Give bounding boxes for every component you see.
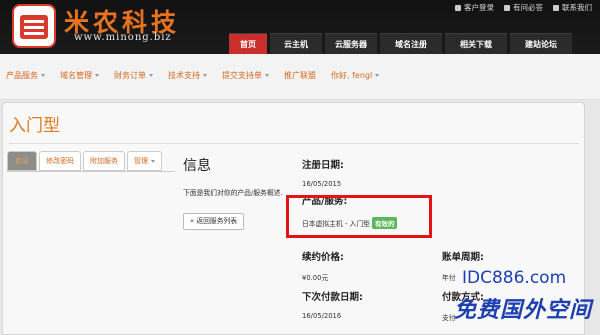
subnav-products[interactable]: 产品服务 bbox=[6, 70, 45, 81]
tab-manage-label: 管理 bbox=[134, 157, 148, 165]
client-login-label: 客户登录 bbox=[464, 3, 494, 12]
reg-date-value: 16/05/2015 bbox=[302, 180, 342, 188]
subnav-billing[interactable]: 财务订单 bbox=[114, 70, 153, 81]
subnav-support[interactable]: 技术支持 bbox=[168, 70, 207, 81]
renewal-price-value: ¥0.00元 bbox=[302, 274, 329, 282]
page-title: 入门型 bbox=[9, 116, 60, 136]
subnav-support-label: 技术支持 bbox=[168, 71, 200, 80]
watermark-text: 免费国外空间 bbox=[454, 297, 593, 323]
subnav-submit-ticket-label: 提交支持单 bbox=[222, 71, 262, 80]
tab-addons[interactable]: 附加服务 bbox=[83, 151, 125, 171]
nav-cloud-host[interactable]: 云主机 bbox=[270, 33, 322, 54]
nav-domain-register[interactable]: 域名注册 bbox=[380, 33, 442, 54]
watermark-url: IDC886.com bbox=[462, 268, 567, 288]
billing-cycle-label: 账单周期: bbox=[442, 252, 484, 263]
tab-change-password[interactable]: 修改密码 bbox=[39, 151, 81, 171]
tab-info[interactable]: 信息 bbox=[7, 151, 37, 171]
back-to-services-button[interactable]: « 返回服务列表 bbox=[183, 213, 245, 230]
divider bbox=[9, 143, 579, 144]
tab-manage[interactable]: 管理 bbox=[127, 151, 162, 171]
brand-domain: www.minong.biz bbox=[74, 32, 172, 43]
billing-cycle-value: 年付 bbox=[442, 274, 456, 282]
subnav-user-menu[interactable]: 你好, fengl bbox=[331, 70, 380, 81]
subnav-domains[interactable]: 域名管理 bbox=[60, 70, 99, 81]
chevron-down-icon bbox=[265, 74, 269, 77]
nav-downloads[interactable]: 相关下载 bbox=[445, 33, 507, 54]
main-nav: 首页 云主机 云服务器 域名注册 相关下载 建站论坛 bbox=[229, 33, 572, 54]
faq-link[interactable]: 有问必答 bbox=[504, 2, 543, 13]
renewal-price-label: 续约价格: bbox=[302, 252, 344, 263]
chevron-down-icon bbox=[149, 74, 153, 77]
highlight-box bbox=[286, 195, 432, 238]
service-tabs: 信息 修改密码 附加服务 管理 bbox=[7, 151, 162, 171]
site-header: 米农科技 www.minong.biz 客户登录 有问必答 联系我们 首页 云主… bbox=[0, 0, 600, 54]
subnav-affiliates-label: 推广联盟 bbox=[284, 71, 316, 80]
nav-cloud-server[interactable]: 云服务器 bbox=[325, 33, 377, 54]
logo-icon[interactable] bbox=[12, 4, 56, 48]
chevron-down-icon bbox=[151, 159, 155, 163]
nav-forum[interactable]: 建站论坛 bbox=[510, 33, 572, 54]
subnav-domains-label: 域名管理 bbox=[60, 71, 92, 80]
question-icon bbox=[504, 4, 510, 11]
chevron-down-icon bbox=[95, 74, 99, 77]
subnav-user-label: 你好, fengl bbox=[331, 71, 373, 80]
contact-icon bbox=[553, 4, 559, 11]
chevron-down-icon bbox=[41, 74, 45, 77]
subnav-products-label: 产品服务 bbox=[6, 71, 38, 80]
chevron-down-icon bbox=[375, 74, 380, 77]
section-description: 下面是我们对你的产品/服务概述. bbox=[183, 189, 283, 197]
contact-link[interactable]: 联系我们 bbox=[553, 2, 592, 13]
next-due-value: 16/05/2016 bbox=[302, 312, 342, 320]
lock-icon bbox=[455, 4, 461, 11]
section-heading: 信息 bbox=[183, 158, 211, 174]
reg-date-label: 注册日期: bbox=[302, 160, 344, 171]
divider bbox=[7, 171, 175, 172]
subnav-submit-ticket[interactable]: 提交支持单 bbox=[222, 70, 269, 81]
subnav-billing-label: 财务订单 bbox=[114, 71, 146, 80]
nav-home[interactable]: 首页 bbox=[229, 33, 267, 54]
subnav-affiliates[interactable]: 推广联盟 bbox=[284, 70, 316, 81]
client-login-link[interactable]: 客户登录 bbox=[455, 2, 494, 13]
faq-label: 有问必答 bbox=[513, 3, 543, 12]
sub-nav: 产品服务 域名管理 财务订单 技术支持 提交支持单 推广联盟 你好, fengl bbox=[0, 54, 600, 100]
contact-label: 联系我们 bbox=[562, 3, 592, 12]
next-due-label: 下次付款日期: bbox=[302, 292, 363, 303]
top-links: 客户登录 有问必答 联系我们 bbox=[455, 2, 592, 13]
chevron-down-icon bbox=[203, 74, 207, 77]
